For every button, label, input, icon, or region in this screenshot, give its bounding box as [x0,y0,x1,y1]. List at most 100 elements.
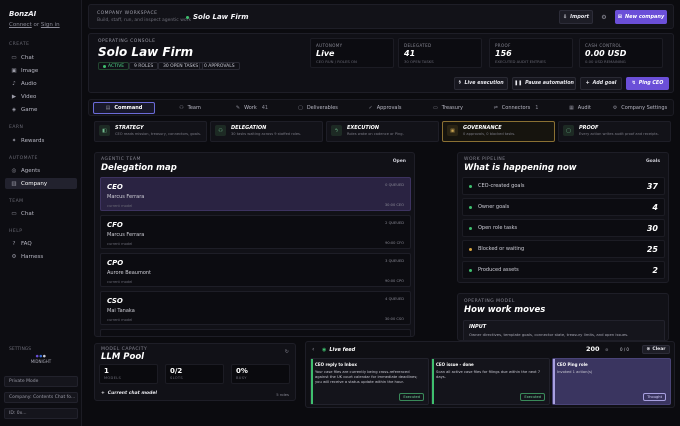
private-mode-chip[interactable]: Private Mode [4,376,78,387]
mode-execution[interactable]: ϟ EXECUTION Roles wake on cadence or Ping… [326,121,439,142]
theme-label: MIDNIGHT [30,359,52,364]
company-chip[interactable]: Company: Contents Chat fo... [4,392,78,403]
workspace-selector[interactable]: Solo Law Firm [186,13,249,21]
theme-toggle[interactable]: ●●● MIDNIGHT [30,354,52,364]
connect-link[interactable]: Connect [9,22,32,28]
mode-governance[interactable]: ▣ GOVERNANCE 0 approvals, 0 blocked tasks… [442,121,555,142]
kpi-proof: PROOF 156 EXECUTED AUDIT ENTRIES [489,38,573,68]
work-pipeline-panel: WORK PIPELINE What is happening now Goal… [457,152,669,283]
kpi-delegated: DELEGATED 41 30 OPEN TASKS [398,38,482,68]
status-dot-icon [469,247,472,251]
role-model: current model [107,280,133,284]
role-card-ceo[interactable]: CEO Marcus Ferrara current model 0 QUEUE… [100,177,411,211]
sidebar-item-rewards[interactable]: ✦ Rewards [5,135,77,146]
sidebar-item-team-chat[interactable]: ▭ Chat [5,208,77,219]
feed-card-accent [553,359,555,404]
sidebar-item-harness[interactable]: ⚙ Harness [5,251,77,262]
sidebar-item-label: Audio [21,80,37,87]
tab-approvals[interactable]: ✓ Approvals [355,102,415,114]
console-title: Solo Law Firm [98,45,194,59]
feed-card[interactable]: CEO reply to Inbox Your case files are c… [310,358,429,405]
sidebar-item-faq[interactable]: ? FAQ [5,238,77,249]
tab-work[interactable]: ✎ Work 41 [223,102,281,114]
role-person: Mai Tanaka [107,308,135,314]
brand-logo[interactable]: BonzAI [9,10,36,18]
workspace-header: COMPANY WORKSPACE Build, staff, run, and… [88,4,674,29]
plus-icon: + [101,391,105,396]
role-card-next[interactable]: COO [100,329,411,336]
role-card-cso[interactable]: CSO Mai Tanaka current model 4 QUEUED 30… [100,291,411,325]
status-dot-icon [469,268,472,272]
pause-automation-button[interactable]: ❚❚ Pause automation [512,77,576,90]
sidebar-item-company[interactable]: ▥ Company [5,178,77,189]
sidebar-item-audio[interactable]: ♪ Audio [5,78,77,89]
sidebar-item-agents[interactable]: ◎ Agents [5,165,77,176]
goals-button[interactable]: Goals [646,159,660,164]
roles-chip: 9 ROLES [129,62,159,70]
capacity-value: 0% [236,367,248,375]
capacity-label: MODELS [104,376,122,380]
ping-ceo-button[interactable]: ↯ Ping CEO [626,77,669,90]
new-company-button[interactable]: ⊞ New company [615,10,667,24]
id-chip[interactable]: ID: 0x... [4,408,78,419]
sidebar-item-video[interactable]: ▶ Video [5,91,77,102]
kpi-autonomy: AUTONOMY Live CEO RUN / ROLES ON [310,38,394,68]
kpi-value: 41 [404,49,416,58]
mode-title: PROOF [579,125,599,131]
metric-row: Owner goals 4 [462,198,665,216]
collapse-icon[interactable]: ‹ [312,346,314,353]
pause-automation-label: Pause automation [525,81,574,86]
execution-icon: ϟ [331,125,342,136]
sidebar-item-label: Rewards [21,137,45,144]
panel-label: AGENTIC TEAM [101,157,141,162]
broadcast-icon: ◉ [322,347,327,353]
current-model-value: 5 roles [276,392,289,397]
feed-card-accent [311,359,313,404]
mode-strategy[interactable]: ◧ STRATEGY CEO reads mission, treasury, c… [94,121,207,142]
role-card-cpo[interactable]: CPO Aurore Beaumont current model 3 QUEU… [100,253,411,287]
import-button[interactable]: ⇩ Import [559,10,593,24]
model-capacity-panel: MODEL CAPACITY LLM Pool ↻ 1 MODELS 0/2 SLO… [94,343,296,401]
clear-button[interactable]: ⊗ Clear [642,345,670,354]
open-button[interactable]: Open [393,159,406,164]
bolt-icon: ϟ [458,81,462,86]
pin-icon[interactable]: ⊚ [605,347,608,352]
sidebar-item-image[interactable]: ▣ Image [5,65,77,76]
mode-proof[interactable]: ▢ PROOF Every action writes audit proof a… [558,121,671,142]
role-name: CSO [107,297,123,305]
tab-bar: ▤ Command ⚇ Team ✎ Work 41 ▢ Deliverables ✓ Ap… [88,99,674,116]
signin-link[interactable]: Sign in [41,22,60,28]
role-queue: 2 QUEUED [385,221,404,225]
kpi-value: 156 [495,49,512,58]
plus-icon: + [585,81,590,86]
add-goal-button[interactable]: + Add goal [580,77,622,90]
workspace-subtitle: Build, staff, run, and inspect agentic w… [97,18,192,23]
console-label: OPERATING CONSOLE [98,39,156,44]
current-model-row[interactable]: + Current chat model [101,391,157,396]
tab-team[interactable]: ⚇ Team [161,102,219,114]
sidebar-item-chat[interactable]: ▭ Chat [5,52,77,63]
sidebar-item-game[interactable]: ◈ Game [5,104,77,115]
mode-title: EXECUTION [347,125,380,131]
panel-label: OPERATING MODEL [464,299,515,304]
feed-card-badge: Executed [399,393,424,401]
metric-row: CEO-created goals 37 [462,177,665,195]
live-execution-button[interactable]: ϟ Live execution [454,77,508,90]
tab-deliverables[interactable]: ▢ Deliverables [285,102,351,114]
role-card-cfo[interactable]: CFO Marcus Ferrara current model 2 QUEUE… [100,215,411,249]
add-goal-label: Add goal [592,81,617,86]
capacity-models: 1 MODELS [99,364,158,384]
capacity-label: SLOTS [170,376,183,380]
tab-connectors[interactable]: ⇌ Connectors 1 [481,102,551,114]
tab-audit[interactable]: ▦ Audit [555,102,605,114]
feed-card[interactable]: CEO Ping role Invoked 1 action(s) Though… [552,358,671,405]
tab-treasury[interactable]: ▭ Treasury [419,102,477,114]
settings-icon[interactable]: ⚙ [598,11,610,23]
refresh-icon[interactable]: ↻ [285,349,289,355]
team-icon: ⚇ [179,105,184,111]
metric-label: Open role tasks [478,225,518,231]
mode-delegation[interactable]: ⚇ DELEGATION 30 tasks waiting across 9 st… [210,121,323,142]
tab-company-settings[interactable]: ⚙ Company Settings [609,102,671,114]
tab-command[interactable]: ▤ Command [93,102,155,114]
feed-card[interactable]: CEO issue - done Scan all active case fi… [431,358,550,405]
